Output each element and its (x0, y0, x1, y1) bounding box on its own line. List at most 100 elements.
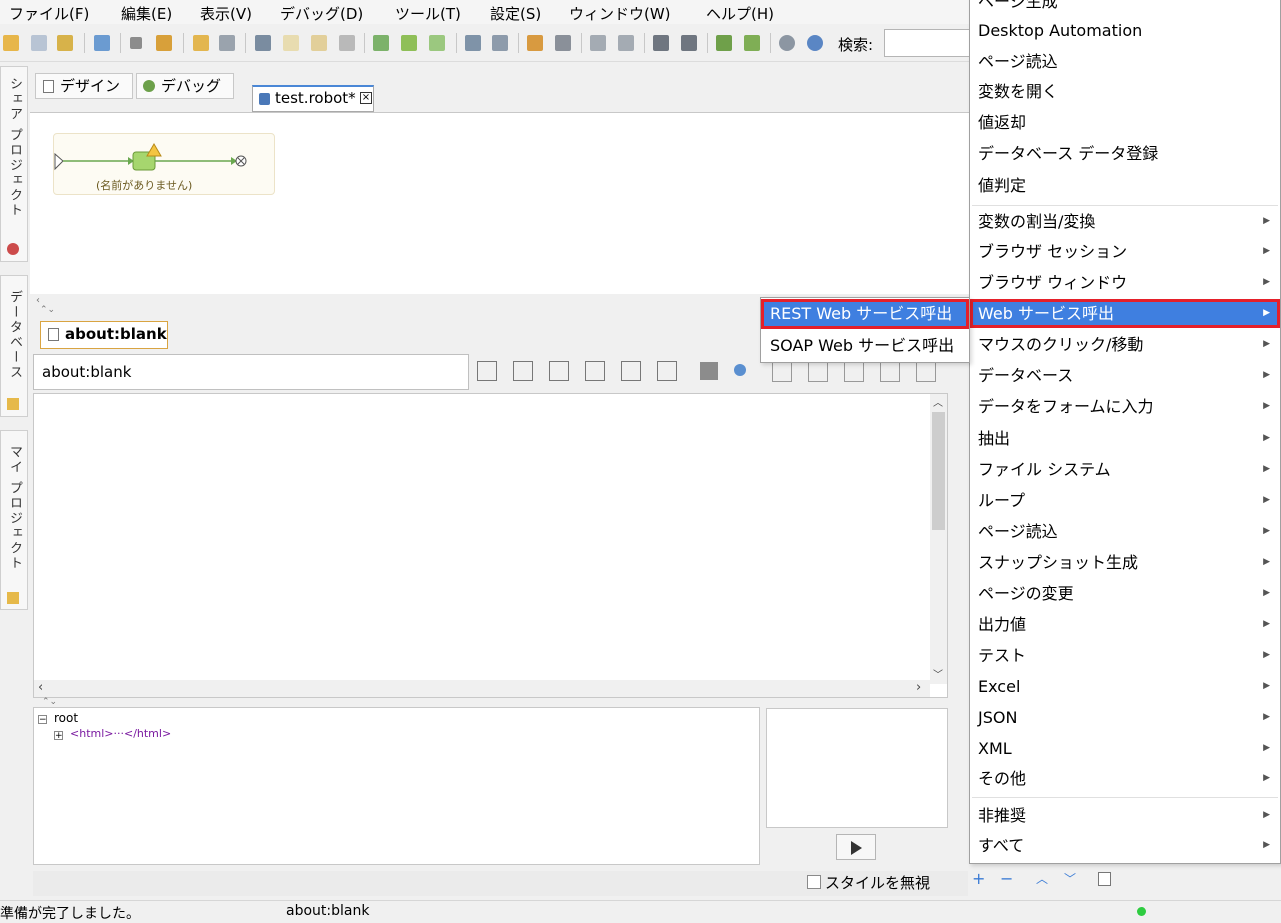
remove-icon[interactable]: − (1000, 869, 1013, 888)
menu-item-snapshot[interactable]: スナップショット生成 ▶ (970, 548, 1280, 577)
ignore-style-checkbox[interactable] (807, 875, 821, 889)
search-input[interactable] (884, 29, 979, 57)
copy-frame-icon[interactable] (880, 362, 900, 382)
menu-item-load-page-sub[interactable]: ページ読込 ▶ (970, 517, 1280, 546)
my-project-panel-tab[interactable]: マイ プロジェクト (0, 430, 28, 610)
menu-item-extract[interactable]: 抽出 ▶ (970, 424, 1280, 453)
menu-edit[interactable]: 編集(E) (121, 3, 172, 24)
view-source-icon[interactable] (700, 362, 718, 380)
zoom-in-icon[interactable] (653, 35, 669, 51)
add-frame-icon[interactable] (772, 362, 792, 382)
menu-debug[interactable]: デバッグ(D) (280, 3, 363, 24)
submenu-item-soap[interactable]: SOAP Web サービス呼出 (761, 331, 969, 361)
nav-back-icon[interactable] (513, 361, 533, 381)
menu-item-test[interactable]: テスト ▶ (970, 641, 1280, 670)
tree-node-html[interactable]: <html>···</html> (70, 727, 171, 740)
move-up-icon[interactable] (621, 361, 641, 381)
menu-item-form-fill[interactable]: データをフォームに入力 ▶ (970, 392, 1280, 421)
edit-icon[interactable] (1098, 872, 1111, 886)
dom-tree[interactable]: − root + <html>···</html> (33, 707, 760, 865)
menu-item-browser-session[interactable]: ブラウザ セッション ▶ (970, 237, 1280, 266)
menu-view[interactable]: 表示(V) (200, 3, 252, 24)
menu-item-all[interactable]: すべて ▶ (970, 831, 1280, 860)
refresh-icon[interactable] (57, 35, 73, 51)
add-tryblock-icon[interactable] (429, 35, 445, 51)
inspect-frame-icon[interactable] (916, 362, 936, 382)
menu-item-return-value[interactable]: 値返却 (970, 108, 1280, 137)
menu-item-mouse-click-move[interactable]: マウスのクリック/移動 ▶ (970, 330, 1280, 359)
menu-file[interactable]: ファイル(F) (9, 3, 89, 24)
stop-icon[interactable] (130, 37, 142, 49)
database-panel-tab[interactable]: データベース (0, 275, 28, 417)
save-all-icon[interactable] (31, 35, 47, 51)
tree-root[interactable]: root (54, 711, 78, 725)
delete-frame-icon[interactable] (844, 362, 864, 382)
browser-view[interactable] (33, 393, 948, 698)
open-icon[interactable] (3, 35, 19, 51)
nav-forward-icon[interactable] (549, 361, 569, 381)
menu-item-assign-convert[interactable]: 変数の割当/変換 ▶ (970, 207, 1280, 236)
step-back-icon[interactable] (590, 35, 606, 51)
debug-run-icon[interactable] (716, 35, 732, 51)
menu-item-desktop-automation[interactable]: Desktop Automation (970, 16, 1280, 45)
menu-item-load-page[interactable]: ページ読込 (970, 47, 1280, 76)
menu-item-open-variable[interactable]: 変数を開く (970, 77, 1280, 106)
menu-item-json[interactable]: JSON ▶ (970, 703, 1280, 732)
menu-item-modify-page[interactable]: ページの変更 ▶ (970, 579, 1280, 608)
tab-design[interactable]: デザイン (35, 73, 133, 99)
move-down-icon[interactable] (657, 361, 677, 381)
menu-item-excel[interactable]: Excel ▶ (970, 672, 1280, 701)
ungroup-icon[interactable] (492, 35, 508, 51)
menu-window[interactable]: ウィンドウ(W) (569, 3, 671, 24)
scroll-left-icon[interactable]: ‹ (38, 680, 43, 695)
menu-item-loop[interactable]: ループ ▶ (970, 486, 1280, 515)
paste-icon[interactable] (311, 35, 327, 51)
add-window-icon[interactable] (808, 362, 828, 382)
tab-debug[interactable]: デバッグ (136, 73, 234, 99)
submenu-item-rest[interactable]: REST Web サービス呼出 (761, 299, 969, 329)
tab-test-robot[interactable]: test.robot* × (252, 85, 374, 112)
add-step-icon[interactable] (373, 35, 389, 51)
menu-settings[interactable]: 設定(S) (490, 3, 541, 24)
tree-expand-icon[interactable]: + (54, 731, 63, 741)
menu-tools[interactable]: ツール(T) (395, 3, 461, 24)
search-icon[interactable] (734, 364, 746, 376)
help-icon[interactable] (779, 35, 795, 51)
menu-item-page-generate[interactable]: ページ生成 (970, 0, 1280, 16)
robot-icon[interactable] (94, 35, 110, 51)
clear-breakpoint-icon[interactable] (555, 35, 571, 51)
menu-item-deprecated[interactable]: 非推奨 ▶ (970, 801, 1280, 830)
share-project-panel-tab[interactable]: シェア プロジェクト (0, 66, 28, 262)
menu-item-file-system[interactable]: ファイル システム ▶ (970, 455, 1280, 484)
menu-help[interactable]: ヘルプ(H) (706, 3, 774, 24)
close-tab-icon[interactable]: × (360, 92, 372, 104)
zoom-out-icon[interactable] (681, 35, 697, 51)
menu-item-other[interactable]: その他 ▶ (970, 764, 1280, 793)
menu-item-store-in-database[interactable]: データベース データ登録 (970, 139, 1280, 168)
menu-item-web-service-call[interactable]: Web サービス呼出 ▶ (970, 299, 1280, 328)
step-forward-icon[interactable] (618, 35, 634, 51)
redo-icon[interactable] (219, 35, 235, 51)
menu-item-test-value[interactable]: 値判定 (970, 171, 1280, 200)
tree-collapse-icon[interactable]: − (38, 715, 47, 725)
group-icon[interactable] (465, 35, 481, 51)
cut-icon[interactable] (255, 35, 271, 51)
breakpoint-icon[interactable] (527, 35, 543, 51)
menu-item-database[interactable]: データベース ▶ (970, 361, 1280, 390)
move-down-icon[interactable]: ﹀ (1064, 870, 1076, 887)
sync-icon[interactable] (156, 35, 172, 51)
collapse-up-down-icon[interactable]: ⌃⌄ (42, 697, 57, 707)
url-field[interactable]: about:blank (33, 354, 469, 390)
add-branch-icon[interactable] (401, 35, 417, 51)
vertical-scrollbar[interactable]: ︿ ﹀ (930, 394, 947, 684)
tab-browser[interactable]: about:blank (40, 321, 168, 349)
delete-icon[interactable] (339, 35, 355, 51)
scroll-thumb[interactable] (932, 412, 945, 530)
copy-icon[interactable] (283, 35, 299, 51)
horizontal-scrollbar[interactable]: ‹ › (34, 680, 930, 697)
move-up-icon[interactable]: ︿ (1036, 870, 1048, 887)
scroll-up-icon[interactable]: ︿ (933, 394, 943, 409)
nav-last-icon[interactable] (585, 361, 605, 381)
undo-icon[interactable] (193, 35, 209, 51)
info-icon[interactable] (807, 35, 823, 51)
